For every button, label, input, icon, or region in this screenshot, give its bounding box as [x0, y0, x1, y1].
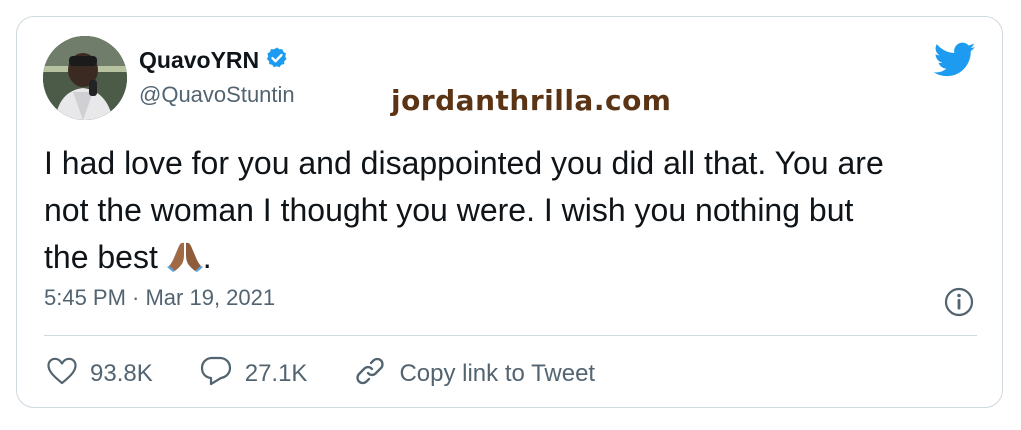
like-count: 93.8K	[90, 360, 153, 387]
copy-link-label: Copy link to Tweet	[399, 360, 596, 387]
info-icon[interactable]	[943, 286, 975, 323]
reply-button[interactable]: 27.1K	[199, 355, 308, 394]
like-button[interactable]: 93.8K	[46, 356, 153, 393]
name-row: QuavoYRN	[139, 46, 289, 75]
link-icon	[353, 354, 387, 395]
reply-icon	[199, 355, 233, 394]
folded-hands-emoji	[166, 238, 203, 285]
reply-count: 27.1K	[244, 360, 308, 387]
tweet-timestamp[interactable]: 5:45 PM · Mar 19, 2021	[44, 285, 275, 311]
tweet-trailing: .	[202, 239, 212, 275]
action-bar: 93.8K 27.1K Copy link to Tweet	[46, 356, 595, 392]
heart-icon	[46, 356, 78, 393]
twitter-bird-icon[interactable]	[933, 42, 976, 83]
watermark: jordanthrilla.com	[391, 84, 672, 117]
tweet-line: not the woman I thought you were. I wish…	[44, 192, 854, 228]
divider	[44, 335, 977, 336]
tweet-line: I had love for you and disappointed you …	[44, 145, 884, 181]
avatar[interactable]	[43, 36, 127, 120]
display-name[interactable]: QuavoYRN	[139, 47, 259, 74]
user-handle[interactable]: @QuavoStuntin	[139, 82, 295, 108]
verified-badge-icon	[265, 46, 289, 75]
copy-link-button[interactable]: Copy link to Tweet	[353, 354, 595, 395]
tweet-line: the best	[44, 239, 158, 275]
tweet-line-last: the best .	[44, 234, 974, 285]
tweet-text: I had love for you and disappointed you …	[44, 140, 974, 285]
